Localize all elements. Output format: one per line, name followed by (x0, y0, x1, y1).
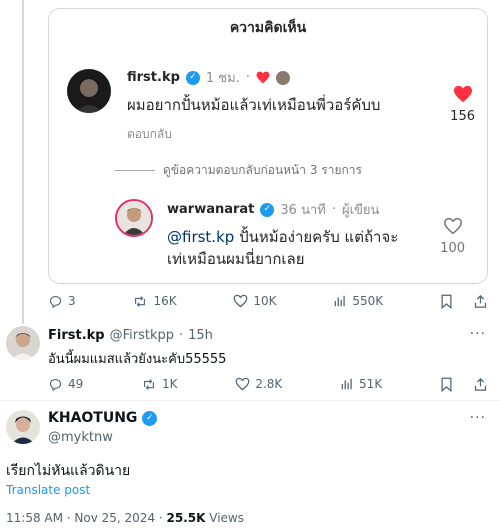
reply-tweet-action-bar: 49 1K 2.8K 51K (48, 374, 488, 394)
embedded-comments-card: ความคิดเห็น first.kp ✓ 1 ชม. · ผมอยากปั้… (48, 8, 488, 284)
separator: · (178, 328, 184, 343)
verified-badge-icon: ✓ (185, 70, 200, 85)
reply-count: 49 (68, 377, 84, 391)
thread-line (22, 0, 24, 324)
verified-badge-icon: ✓ (142, 410, 158, 426)
comment-icon[interactable] (48, 377, 63, 392)
heart-filled-icon[interactable] (453, 85, 473, 103)
reply-button[interactable]: ตอบกลับ (127, 125, 172, 144)
reply-tweet-handle[interactable]: @Firstkpp (110, 328, 174, 343)
heart-icon (256, 71, 270, 84)
like-count: 2.8K (255, 377, 283, 391)
reply-tweet-time[interactable]: 15h (188, 328, 213, 343)
comment-username[interactable]: first.kp (127, 70, 180, 85)
divider (0, 400, 500, 401)
share-icon[interactable] (473, 377, 488, 392)
repost-action[interactable]: 16K (132, 294, 177, 309)
separator: · (245, 70, 250, 85)
author-name-label[interactable]: KHAOTUNG (48, 410, 137, 426)
views-action[interactable]: 51K (340, 377, 382, 391)
author-label: ผู้เขียน (341, 203, 380, 218)
separator: · (331, 202, 336, 217)
like-action[interactable]: 2.8K (235, 377, 282, 391)
heart-outline-icon[interactable] (235, 377, 250, 391)
repost-count: 1K (162, 377, 178, 391)
reply-text-line1: ปั้นหม้อง่ายครับ แต่ถ้าจะ (234, 228, 399, 246)
comment-time: 1 ชม. (205, 71, 240, 86)
heart-outline-icon[interactable] (233, 294, 248, 308)
comment-text: ผมอยากปั้นหม้อแล้วเท่เหมือนพี่วอร์คับบ (127, 96, 381, 114)
reply-like[interactable]: 100 (440, 217, 465, 256)
share-icon[interactable] (473, 294, 488, 309)
repost-action[interactable]: 1K (141, 377, 178, 392)
bookmark-icon[interactable] (440, 377, 453, 392)
views-action[interactable]: 550K (333, 294, 383, 308)
reply-time: 36 นาที (280, 203, 326, 218)
author-liked-avatar (275, 70, 290, 85)
translate-post-link[interactable]: Translate post (6, 483, 90, 497)
repost-count: 16K (153, 294, 177, 308)
analytics-icon[interactable] (340, 377, 354, 391)
views-count: 550K (352, 294, 384, 308)
view-previous-replies[interactable]: ดูข้อความตอบกลับก่อนหน้า 3 รายการ (115, 161, 362, 180)
avatar (115, 199, 153, 237)
reply-text-line2: เท่เหมือนผมนี่ยากเลย (167, 249, 305, 268)
comment-icon[interactable] (48, 294, 63, 309)
card-title: ความคิดเห็น (229, 20, 307, 36)
avatar (67, 69, 111, 113)
reply-count: 3 (68, 294, 76, 308)
avatar[interactable] (6, 410, 40, 444)
mention-link[interactable]: @first.kp (167, 228, 234, 246)
action-bar-right (440, 294, 488, 309)
reply-tweet-text: อันนี้ผมแมสแล้วยังนะคับ55555 (48, 352, 227, 367)
action-bar-right (440, 377, 488, 392)
avatar[interactable] (6, 326, 40, 360)
more-options-icon[interactable]: ··· (470, 410, 486, 426)
reply-like-count: 100 (440, 241, 465, 256)
more-options-icon[interactable]: ··· (470, 326, 486, 342)
repost-icon[interactable] (132, 294, 148, 309)
like-action[interactable]: 10K (233, 294, 277, 308)
author-handle[interactable]: @myktnw (48, 430, 113, 445)
reply-tweet-header: First.kp @Firstkpp · 15h (48, 328, 213, 343)
reply-header: warwanarat ✓ 36 นาที · ผู้เขียน (167, 199, 379, 220)
post-action-bar: 3 16K 10K 550K (48, 291, 488, 311)
reply-action[interactable]: 49 (48, 377, 83, 392)
comment-header: first.kp ✓ 1 ชม. · (127, 67, 290, 88)
like-count: 10K (253, 294, 277, 308)
reply-tweet-name[interactable]: First.kp (48, 328, 105, 343)
comment-like-count: 156 (450, 109, 475, 124)
tweet-views-label: Views (205, 511, 244, 525)
tweet-text: เรียกไม่หันแล้วดินาย (6, 463, 131, 479)
reply-action[interactable]: 3 (48, 294, 76, 309)
tweet-timestamp[interactable]: 11:58 AM · Nov 25, 2024 · (6, 511, 167, 525)
analytics-icon[interactable] (333, 294, 347, 308)
tweet-meta: 11:58 AM · Nov 25, 2024 · 25.5K Views (6, 511, 244, 525)
divider (115, 170, 155, 171)
author-name[interactable]: KHAOTUNG ✓ (48, 410, 158, 426)
heart-outline-icon[interactable] (443, 217, 463, 235)
tweet-views-count: 25.5K (166, 511, 206, 525)
reply-username[interactable]: warwanarat (167, 202, 254, 217)
bookmark-icon[interactable] (440, 294, 453, 309)
view-replies-label: ดูข้อความตอบกลับก่อนหน้า 3 รายการ (163, 163, 362, 177)
comment-like[interactable]: 156 (450, 85, 475, 124)
repost-icon[interactable] (141, 377, 157, 392)
reply-text: @first.kp ปั้นหม้อง่ายครับ แต่ถ้าจะ เท่เ… (167, 227, 398, 271)
verified-badge-icon: ✓ (260, 202, 275, 217)
views-count: 51K (359, 377, 383, 391)
